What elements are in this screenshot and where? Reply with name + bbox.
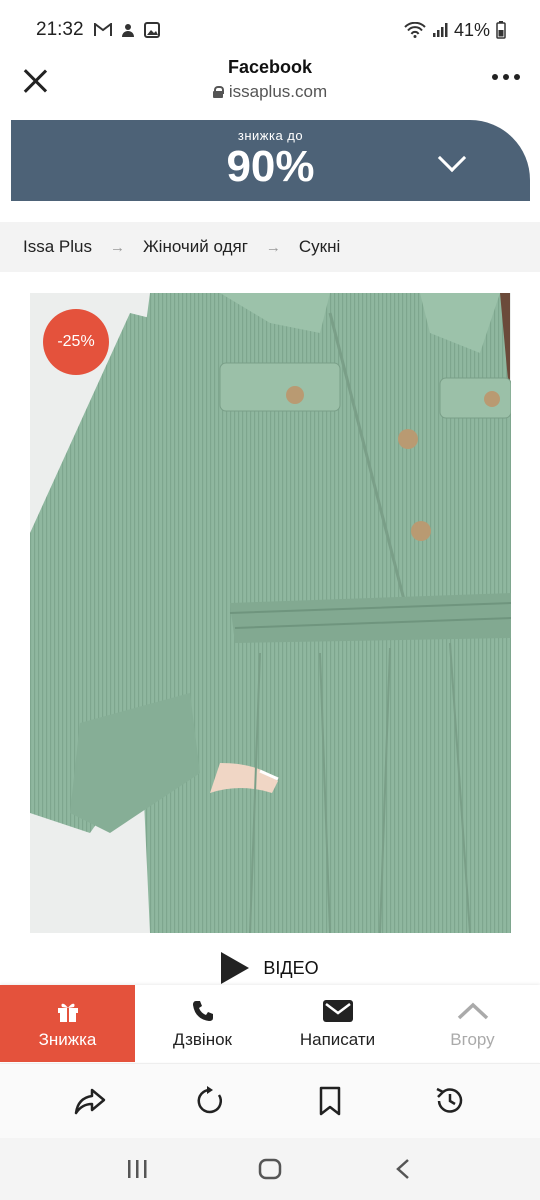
recent-apps-icon [127, 1160, 147, 1178]
battery-icon [496, 21, 506, 39]
video-button[interactable]: ВІДЕО [0, 950, 540, 986]
status-right: 41% [404, 20, 506, 41]
promo-subtitle: знижка до [237, 128, 304, 143]
bookmark-button[interactable] [305, 1076, 355, 1126]
envelope-icon [322, 998, 353, 1024]
android-nav-bar [0, 1138, 540, 1200]
browser-title: Facebook [227, 57, 313, 77]
status-icons-left [93, 22, 160, 38]
promo-banner[interactable]: знижка до 90% [11, 120, 530, 201]
status-time: 21:32 [36, 19, 84, 40]
chevron-up-icon [457, 998, 489, 1024]
scroll-top-label: Вгору [450, 1029, 495, 1049]
lock-icon [212, 86, 224, 98]
breadcrumb: Issa Plus → Жіночий одяг → Сукні [0, 222, 540, 272]
close-button[interactable] [20, 66, 50, 96]
discount-action-label: Знижка [38, 1029, 97, 1049]
history-icon [436, 1087, 463, 1113]
notification-icon [121, 24, 134, 37]
url-text: issaplus.com [228, 82, 328, 101]
more-menu-button[interactable] [492, 74, 520, 80]
gmail-icon [93, 23, 112, 36]
reload-button[interactable] [185, 1076, 235, 1126]
share-icon [74, 1088, 106, 1115]
signal-icon [432, 23, 448, 37]
browser-header: Facebook issaplus.com [0, 57, 540, 118]
home-icon [258, 1158, 282, 1180]
bookmark-icon [319, 1086, 341, 1116]
dress-illustration [30, 293, 511, 933]
message-action-button[interactable]: Написати [270, 985, 405, 1062]
image-icon [143, 22, 160, 38]
back-button[interactable] [378, 1149, 428, 1189]
breadcrumb-separator: → [109, 238, 125, 256]
browser-title-block: Facebook issaplus.com [120, 57, 420, 102]
play-icon [221, 952, 250, 984]
gift-icon [56, 998, 80, 1024]
share-button[interactable] [65, 1076, 115, 1126]
product-image[interactable] [30, 293, 511, 933]
breadcrumb-current[interactable]: Сукні [299, 237, 340, 257]
back-icon [396, 1159, 410, 1179]
reload-icon [197, 1086, 222, 1114]
home-button[interactable] [245, 1149, 295, 1189]
video-label: ВІДЕО [263, 957, 319, 978]
breadcrumb-separator: → [265, 238, 281, 256]
wifi-icon [404, 22, 426, 38]
history-button[interactable] [425, 1076, 475, 1126]
scroll-top-button[interactable]: Вгору [405, 985, 540, 1062]
breadcrumb-home[interactable]: Issa Plus [23, 237, 92, 257]
breadcrumb-category[interactable]: Жіночий одяг [143, 237, 248, 257]
browser-toolbar [0, 1063, 540, 1138]
browser-url[interactable]: issaplus.com [120, 82, 420, 102]
call-action-label: Дзвінок [173, 1029, 232, 1049]
call-action-button[interactable]: Дзвінок [135, 985, 270, 1062]
discount-badge: -25% [43, 309, 109, 375]
status-bar: 21:32 41% [0, 0, 540, 60]
recent-apps-button[interactable] [112, 1149, 162, 1189]
battery-percent: 41% [453, 19, 490, 40]
discount-action-button[interactable]: Знижка [0, 985, 135, 1062]
phone-icon [191, 998, 215, 1024]
bottom-action-bar: Знижка Дзвінок Написати Вгору [0, 985, 540, 1062]
message-action-label: Написати [299, 1029, 376, 1049]
